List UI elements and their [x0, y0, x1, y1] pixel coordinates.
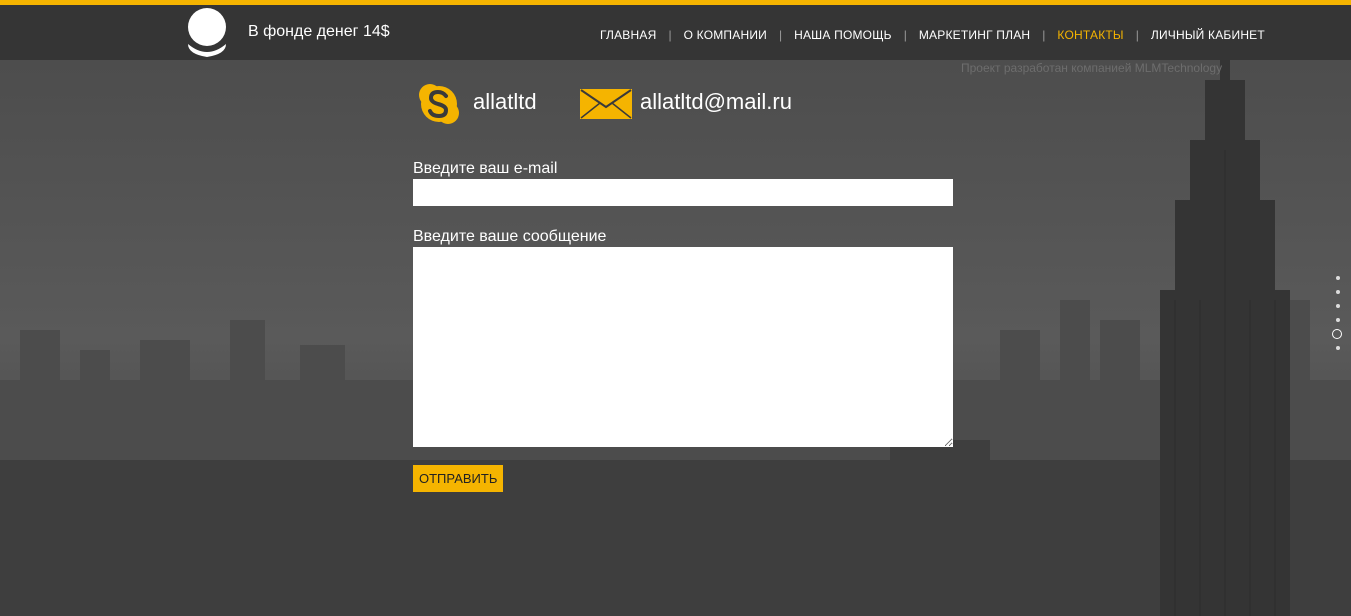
header-bar: В фонде денег 14$ ГЛАВНАЯ | О КОМПАНИИ |… — [0, 5, 1351, 60]
nav-item-about[interactable]: О КОМПАНИИ — [684, 28, 767, 42]
nav-item-help[interactable]: НАША ПОМОЩЬ — [794, 28, 892, 42]
accent-top-line — [0, 0, 1351, 5]
nav-separator: | — [1135, 28, 1139, 42]
contact-form: Введите ваш e-mail Введите ваше сообщени… — [413, 160, 953, 492]
page-dot[interactable] — [1336, 304, 1340, 308]
nav-separator: | — [903, 28, 907, 42]
contact-email[interactable]: allatltd@mail.ru — [640, 89, 792, 115]
page-dot[interactable] — [1336, 346, 1340, 350]
page-dot[interactable] — [1336, 290, 1340, 294]
nav-separator: | — [1042, 28, 1046, 42]
email-label: Введите ваш e-mail — [413, 160, 558, 177]
nav-item-account[interactable]: ЛИЧНЫЙ КАБИНЕТ — [1151, 28, 1265, 42]
nav-item-contacts[interactable]: КОНТАКТЫ — [1057, 28, 1123, 42]
nav-item-home[interactable]: ГЛАВНАЯ — [600, 28, 656, 42]
mail-icon — [580, 89, 632, 119]
page-dot[interactable] — [1336, 318, 1340, 322]
page-dot[interactable] — [1336, 276, 1340, 280]
nav-separator: | — [778, 28, 783, 42]
page-dots-nav — [1330, 272, 1346, 356]
main-nav: ГЛАВНАЯ | О КОМПАНИИ | НАША ПОМОЩЬ | МАР… — [600, 27, 1265, 43]
page-dot-active[interactable] — [1332, 329, 1342, 339]
message-label: Введите ваше сообщение — [413, 228, 607, 245]
nav-item-marketing-plan[interactable]: МАРКЕТИНГ ПЛАН — [919, 28, 1030, 42]
skype-handle: allatltd — [473, 89, 537, 114]
logo-icon[interactable] — [186, 8, 228, 58]
developer-credit[interactable]: Проект разработан компанией MLMTechnolog… — [961, 61, 1222, 75]
skype-icon — [419, 84, 459, 124]
submit-button[interactable]: ОТПРАВИТЬ — [413, 465, 504, 492]
email-field[interactable] — [413, 179, 953, 206]
nav-separator: | — [668, 28, 672, 42]
fund-balance-text: В фонде денег 14$ — [248, 23, 390, 40]
message-textarea[interactable] — [413, 247, 953, 447]
